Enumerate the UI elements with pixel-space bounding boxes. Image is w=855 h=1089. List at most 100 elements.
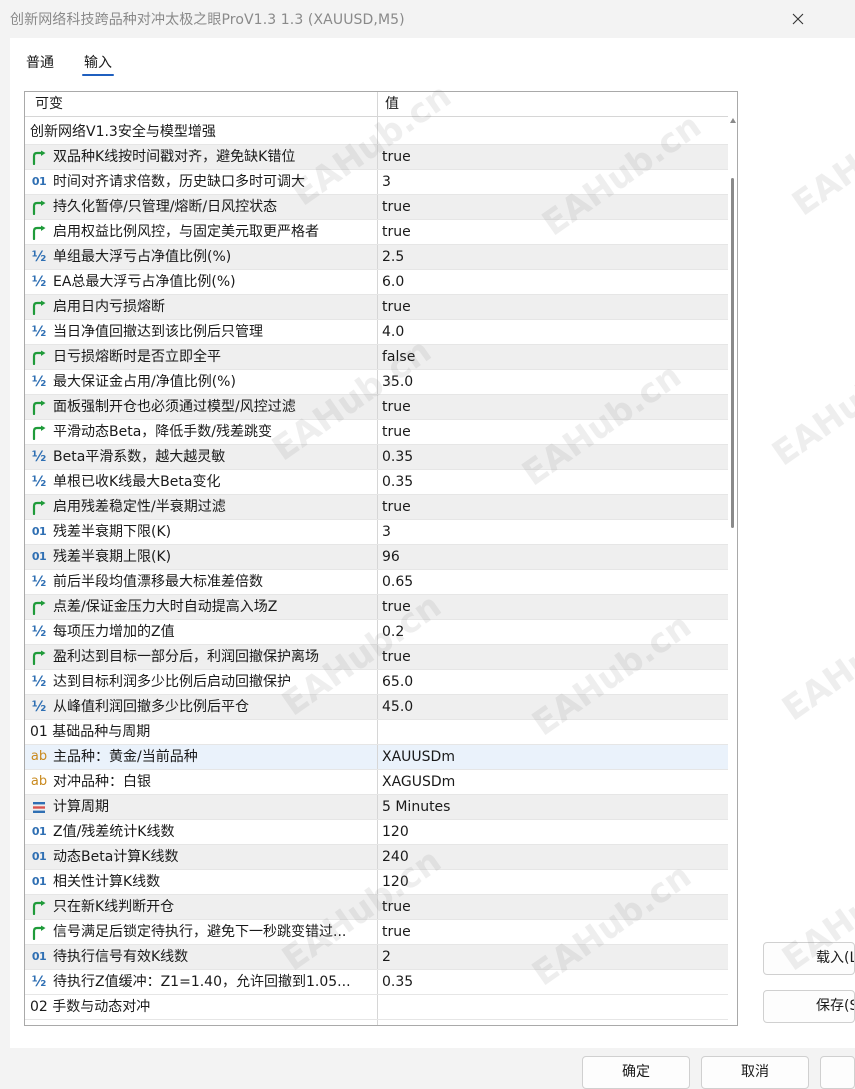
param-value-cell[interactable]: true bbox=[378, 495, 728, 519]
param-row[interactable]: 持久化暂停/只管理/熔断/日风控状态 true bbox=[25, 195, 728, 220]
scroll-up-arrow-icon[interactable] bbox=[730, 118, 736, 123]
param-name-cell[interactable]: 创新网络V1.3安全与模型增强 bbox=[25, 120, 377, 144]
param-value-cell[interactable] bbox=[378, 720, 728, 744]
param-value-cell[interactable]: 45.0 bbox=[378, 695, 728, 719]
param-name-cell[interactable]: ab 对冲品种：白银 bbox=[25, 770, 377, 794]
param-value-cell[interactable]: true bbox=[378, 145, 728, 169]
param-value-cell[interactable]: true bbox=[378, 645, 728, 669]
param-row[interactable]: ½ 最大保证金占用/净值比例(%) 35.0 bbox=[25, 370, 728, 395]
param-name-cell[interactable]: ½ EA总最大浮亏占净值比例(%) bbox=[25, 270, 377, 294]
param-name-cell[interactable]: 01 时间对齐请求倍数，历史缺口多时可调大 bbox=[25, 170, 377, 194]
param-value-cell[interactable]: true bbox=[378, 595, 728, 619]
param-name-cell[interactable]: 01 Z值/残差统计K线数 bbox=[25, 820, 377, 844]
column-header-value[interactable]: 值 bbox=[385, 92, 399, 116]
param-name-cell[interactable]: 01 相关性计算K线数 bbox=[25, 870, 377, 894]
param-value-cell[interactable]: true bbox=[378, 920, 728, 944]
tab-inputs[interactable]: 输入 bbox=[82, 50, 114, 76]
param-row[interactable]: 01 时间对齐请求倍数，历史缺口多时可调大 3 bbox=[25, 170, 728, 195]
column-header-name[interactable]: 可变 bbox=[35, 92, 63, 116]
param-row[interactable]: 计算周期 5 Minutes bbox=[25, 795, 728, 820]
param-name-cell[interactable]: 01 动态Beta计算K线数 bbox=[25, 845, 377, 869]
param-name-cell[interactable]: 01 残差半衰期上限(K) bbox=[25, 545, 377, 569]
scroll-thumb[interactable] bbox=[731, 178, 734, 528]
param-row[interactable]: 点差/保证金压力大时自动提高入场Z true bbox=[25, 595, 728, 620]
param-row[interactable]: 盈利达到目标一部分后，利润回撤保护离场 true bbox=[25, 645, 728, 670]
param-value-cell[interactable]: 2 bbox=[378, 945, 728, 969]
param-name-cell[interactable]: ½ 从峰值利润回撤多少比例后平仓 bbox=[25, 695, 377, 719]
tab-common[interactable]: 普通 bbox=[24, 50, 56, 76]
param-value-cell[interactable]: 0.35 bbox=[378, 470, 728, 494]
param-name-cell[interactable]: 01 基础品种与周期 bbox=[25, 720, 377, 744]
param-name-cell[interactable]: 平滑动态Beta，降低手数/残差跳变 bbox=[25, 420, 377, 444]
param-name-cell[interactable]: ½ 单根已收K线最大Beta变化 bbox=[25, 470, 377, 494]
param-value-cell[interactable]: true bbox=[378, 220, 728, 244]
param-row[interactable]: 平滑动态Beta，降低手数/残差跳变 true bbox=[25, 420, 728, 445]
param-value-cell[interactable]: 240 bbox=[378, 845, 728, 869]
param-value-cell[interactable] bbox=[378, 120, 728, 144]
param-row[interactable]: ½ EA总最大浮亏占净值比例(%) 6.0 bbox=[25, 270, 728, 295]
param-row[interactable]: 只在新K线判断开仓 true bbox=[25, 895, 728, 920]
param-name-cell[interactable]: 点差/保证金压力大时自动提高入场Z bbox=[25, 595, 377, 619]
param-row[interactable]: 日亏损熔断时是否立即全平 false bbox=[25, 345, 728, 370]
param-row[interactable]: ab 对冲品种：白银 XAGUSDm bbox=[25, 770, 728, 795]
param-value-cell[interactable]: 3 bbox=[378, 170, 728, 194]
param-row[interactable]: 01 Z值/残差统计K线数 120 bbox=[25, 820, 728, 845]
param-name-cell[interactable]: 01 待执行信号有效K线数 bbox=[25, 945, 377, 969]
param-value-cell[interactable]: XAUUSDm bbox=[378, 745, 728, 769]
param-value-cell[interactable]: 96 bbox=[378, 545, 728, 569]
param-value-cell[interactable] bbox=[378, 995, 728, 1019]
param-name-cell[interactable]: 计算周期 bbox=[25, 795, 377, 819]
param-value-cell[interactable]: 0.65 bbox=[378, 570, 728, 594]
param-row[interactable]: 01 相关性计算K线数 120 bbox=[25, 870, 728, 895]
param-name-cell[interactable]: ½ 前后半段均值漂移最大标准差倍数 bbox=[25, 570, 377, 594]
param-row[interactable]: 01 残差半衰期下限(K) 3 bbox=[25, 520, 728, 545]
group-row[interactable]: 02 手数与动态对冲 bbox=[25, 995, 728, 1020]
param-name-cell[interactable]: ½ 待执行Z值缓冲：Z1=1.40，允许回撤到1.05... bbox=[25, 970, 377, 994]
param-value-cell[interactable]: 6.0 bbox=[378, 270, 728, 294]
param-name-cell[interactable]: 只在新K线判断开仓 bbox=[25, 895, 377, 919]
load-button[interactable]: 载入(L) bbox=[763, 942, 855, 975]
param-name-cell[interactable]: 信号满足后锁定待执行，避免下一秒跳变错过... bbox=[25, 920, 377, 944]
param-name-cell[interactable]: 02 手数与动态对冲 bbox=[25, 995, 377, 1019]
param-name-cell[interactable]: 持久化暂停/只管理/熔断/日风控状态 bbox=[25, 195, 377, 219]
param-row[interactable]: 01 待执行信号有效K线数 2 bbox=[25, 945, 728, 970]
param-value-cell[interactable]: true bbox=[378, 295, 728, 319]
param-name-cell[interactable]: 双品种K线按时间戳对齐，避免缺K错位 bbox=[25, 145, 377, 169]
param-value-cell[interactable]: 120 bbox=[378, 870, 728, 894]
param-row[interactable]: ½ 从峰值利润回撤多少比例后平仓 45.0 bbox=[25, 695, 728, 720]
param-row[interactable]: ½ Beta平滑系数，越大越灵敏 0.35 bbox=[25, 445, 728, 470]
param-row[interactable]: 双品种K线按时间戳对齐，避免缺K错位 true bbox=[25, 145, 728, 170]
param-name-cell[interactable]: 面板强制开仓也必须通过模型/风控过滤 bbox=[25, 395, 377, 419]
param-row[interactable]: 启用权益比例风控，与固定美元取更严格者 true bbox=[25, 220, 728, 245]
param-name-cell[interactable]: ½ 单组最大浮亏占净值比例(%) bbox=[25, 245, 377, 269]
param-row[interactable]: ½ 达到目标利润多少比例后启动回撤保护 65.0 bbox=[25, 670, 728, 695]
param-name-cell[interactable]: 启用日内亏损熔断 bbox=[25, 295, 377, 319]
param-name-cell[interactable]: ½ 最大保证金占用/净值比例(%) bbox=[25, 370, 377, 394]
param-value-cell[interactable]: true bbox=[378, 895, 728, 919]
param-value-cell[interactable]: 2.5 bbox=[378, 245, 728, 269]
param-row[interactable]: ab 主品种：黄金/当前品种 XAUUSDm bbox=[25, 745, 728, 770]
param-value-cell[interactable]: true bbox=[378, 195, 728, 219]
param-row[interactable]: ½ 当日净值回撤达到该比例后只管理 4.0 bbox=[25, 320, 728, 345]
param-value-cell[interactable]: 5 Minutes bbox=[378, 795, 728, 819]
param-value-cell[interactable]: 35.0 bbox=[378, 370, 728, 394]
reset-button[interactable] bbox=[820, 1056, 855, 1089]
param-value-cell[interactable]: true bbox=[378, 395, 728, 419]
save-button[interactable]: 保存(S) bbox=[763, 990, 855, 1023]
param-value-cell[interactable]: 0.35 bbox=[378, 970, 728, 994]
param-row[interactable]: 面板强制开仓也必须通过模型/风控过滤 true bbox=[25, 395, 728, 420]
param-value-cell[interactable]: 0.2 bbox=[378, 620, 728, 644]
param-value-cell[interactable]: 0.35 bbox=[378, 445, 728, 469]
param-row[interactable]: ½ 每项压力增加的Z值 0.2 bbox=[25, 620, 728, 645]
param-value-cell[interactable]: true bbox=[378, 420, 728, 444]
group-row[interactable]: 创新网络V1.3安全与模型增强 bbox=[25, 120, 728, 145]
param-name-cell[interactable]: ½ Beta平滑系数，越大越灵敏 bbox=[25, 445, 377, 469]
param-row[interactable]: ½ 单根已收K线最大Beta变化 0.35 bbox=[25, 470, 728, 495]
vertical-scrollbar[interactable] bbox=[728, 116, 737, 1025]
param-row[interactable]: 信号满足后锁定待执行，避免下一秒跳变错过... true bbox=[25, 920, 728, 945]
param-name-cell[interactable]: 启用权益比例风控，与固定美元取更严格者 bbox=[25, 220, 377, 244]
group-row[interactable]: 01 基础品种与周期 bbox=[25, 720, 728, 745]
param-row[interactable]: 01 残差半衰期上限(K) 96 bbox=[25, 545, 728, 570]
param-row[interactable]: ½ 待执行Z值缓冲：Z1=1.40，允许回撤到1.05... 0.35 bbox=[25, 970, 728, 995]
param-value-cell[interactable]: 120 bbox=[378, 820, 728, 844]
